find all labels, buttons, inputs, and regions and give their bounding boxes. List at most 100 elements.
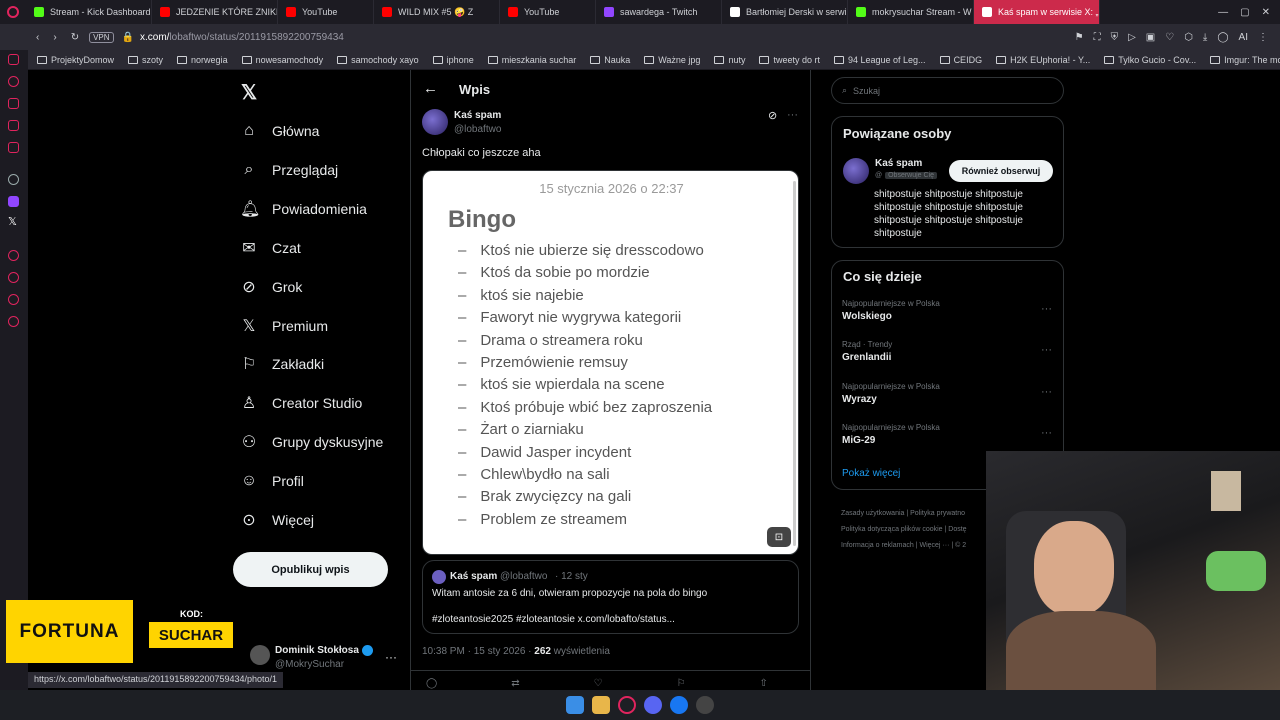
reload-icon[interactable]: ↻: [71, 32, 79, 43]
trend-more-icon[interactable]: ···: [1041, 427, 1052, 439]
related-name[interactable]: Kaś spam: [875, 158, 922, 169]
bookmark-item[interactable]: 94 League of Leg...: [827, 55, 933, 65]
author-handle[interactable]: @lobaftwo: [454, 124, 501, 135]
back-icon[interactable]: ‹: [36, 32, 39, 43]
nav-item[interactable]: ⚇ Grupy dyskusyjne: [240, 430, 383, 454]
timer-rail-icon[interactable]: [8, 272, 19, 283]
url-field[interactable]: x.com/lobaftwo/status/201191589220075943…: [140, 32, 344, 43]
bookmark-item[interactable]: ProjektyDomow: [30, 55, 121, 65]
clock-rail-icon[interactable]: [8, 250, 19, 261]
trend-more-icon[interactable]: ···: [1041, 386, 1052, 398]
browser-tab[interactable]: JEDZENIE KTÓRE ZNIKNĘ: [152, 0, 278, 24]
history-icon[interactable]: [8, 76, 19, 87]
bookmark-item[interactable]: Tylko Gucio - Cov...: [1097, 55, 1203, 65]
trend-item[interactable]: Najpopularniejsze w Polska Wolskiego ···: [842, 299, 1052, 322]
nav-item[interactable]: ✉ Czat: [240, 236, 301, 260]
bookmark-item[interactable]: nuty: [707, 55, 752, 65]
bookmark-item[interactable]: Imgur: The most a...: [1203, 55, 1280, 65]
openai-icon[interactable]: [8, 174, 19, 185]
footer-cookies[interactable]: Polityka dotycząca plików cookie: [841, 526, 943, 533]
bookmark-item[interactable]: tweety do rt: [752, 55, 827, 65]
alt-text-icon[interactable]: ⊡: [767, 527, 791, 547]
browser-tab[interactable]: YouTube: [500, 0, 596, 24]
bookmark-item[interactable]: norwegia: [170, 55, 235, 65]
footer-accessibility[interactable]: Dostę: [948, 526, 966, 533]
obs-icon[interactable]: [696, 696, 714, 714]
facebook-icon[interactable]: [670, 696, 688, 714]
share-icon[interactable]: ⇧: [760, 678, 768, 689]
close-window-icon[interactable]: ✕: [1262, 7, 1270, 18]
related-avatar[interactable]: [843, 158, 869, 184]
search-input[interactable]: ⌕ Szukaj: [831, 77, 1064, 104]
browser-tab[interactable]: Stream - Kick Dashboard: [26, 0, 152, 24]
reply-icon[interactable]: ◯: [426, 678, 437, 689]
nav-item[interactable]: ⊘ Grok: [240, 275, 302, 299]
trend-more-icon[interactable]: ···: [1041, 344, 1052, 356]
discord-icon[interactable]: [644, 696, 662, 714]
trend-item[interactable]: Najpopularniejsze w Polska Wyrazy ···: [842, 382, 1052, 405]
like-icon[interactable]: ♡: [594, 678, 603, 689]
back-arrow-icon[interactable]: ←: [423, 80, 438, 97]
screenshot-icon[interactable]: ⛶: [1094, 32, 1101, 43]
post-button[interactable]: Opublikuj wpis: [233, 552, 388, 587]
nav-item[interactable]: 𝕏 Premium: [240, 314, 328, 338]
post-more-icon[interactable]: ···: [787, 109, 798, 121]
ai-button[interactable]: AI: [1239, 32, 1248, 43]
maximize-icon[interactable]: ▢: [1240, 7, 1249, 18]
messenger-icon[interactable]: [8, 54, 19, 65]
nav-item[interactable]: 🔔︎ Powiadomienia: [240, 197, 367, 221]
nav-item[interactable]: ⚐ Zakładki: [240, 352, 324, 376]
nav-item[interactable]: ⌕ Przeglądaj: [240, 158, 339, 182]
footer-terms[interactable]: Zasady użytkowania: [841, 510, 904, 517]
x-logo-icon[interactable]: 𝕏: [241, 80, 257, 105]
wallet-icon[interactable]: ▣: [1146, 32, 1155, 43]
bookmark-item[interactable]: samochody xayo: [330, 55, 426, 65]
author-avatar[interactable]: [422, 109, 448, 135]
file-explorer-icon[interactable]: [592, 696, 610, 714]
forward-icon[interactable]: ›: [53, 32, 56, 43]
notes-rail-icon[interactable]: [8, 120, 19, 131]
minimize-icon[interactable]: —: [1218, 7, 1228, 18]
extensions-icon[interactable]: ⬡: [1184, 32, 1193, 43]
vpn-badge[interactable]: VPN: [89, 31, 114, 43]
download-icon[interactable]: ⤓: [1203, 32, 1207, 43]
wallet-rail-icon[interactable]: [8, 98, 19, 109]
share-rail-icon[interactable]: [8, 294, 19, 305]
footer-ads[interactable]: Informacja o reklamach: [841, 542, 914, 549]
user-icon[interactable]: ◯: [1217, 32, 1228, 43]
show-more-link[interactable]: Pokaż więcej: [842, 468, 900, 479]
shield-icon[interactable]: ⛨: [1111, 32, 1119, 43]
follow-back-button[interactable]: Również obserwuj: [949, 160, 1053, 182]
account-name[interactable]: Dominik Stokłosa: [275, 645, 359, 656]
repost-icon[interactable]: ⇄: [511, 678, 519, 689]
play-icon[interactable]: ▷: [1128, 32, 1136, 43]
nav-item[interactable]: ⊙ Więcej: [240, 508, 314, 532]
bookmark-action-icon[interactable]: ⚐: [677, 678, 686, 689]
account-more-icon[interactable]: ···: [385, 650, 397, 664]
bookmark-item[interactable]: H2K EUphoria! - Y...: [989, 55, 1097, 65]
settings-rail-icon[interactable]: [8, 316, 19, 327]
bookmark-item[interactable]: nowesamochody: [235, 55, 331, 65]
bookmark-item[interactable]: szoty: [121, 55, 170, 65]
bookmark-item[interactable]: Ważne jpg: [637, 55, 707, 65]
x-rail-icon[interactable]: 𝕏: [8, 215, 17, 228]
author-name[interactable]: Kaś spam: [454, 110, 501, 121]
mail-rail-icon[interactable]: [8, 142, 19, 153]
bookmark-item[interactable]: Nauka: [583, 55, 637, 65]
browser-tab[interactable]: sawardega - Twitch: [596, 0, 722, 24]
quoted-post[interactable]: Kaś spam @lobaftwo · 12 sty Witam antosi…: [422, 560, 799, 634]
browser-tab[interactable]: Kaś spam w serwisie X: „C: [974, 0, 1100, 24]
start-icon[interactable]: [566, 696, 584, 714]
nav-item[interactable]: ☺ Profil: [240, 469, 304, 493]
bookmark-item[interactable]: mieszkania suchar: [481, 55, 584, 65]
nav-item[interactable]: ⌂ Główna: [240, 119, 319, 143]
browser-tab[interactable]: mokrysuchar Stream - W: [848, 0, 974, 24]
browser-tab[interactable]: Bartłomiej Derski w serwi: [722, 0, 848, 24]
browser-logo-icon[interactable]: [0, 0, 26, 24]
heart-icon[interactable]: ♡: [1165, 32, 1174, 43]
footer-privacy[interactable]: Polityka prywatno: [910, 510, 965, 517]
bookmark-item[interactable]: iphone: [426, 55, 481, 65]
twitch-icon[interactable]: [8, 196, 19, 207]
trend-item[interactable]: Najpopularniejsze w Polska MiG-29 ···: [842, 423, 1052, 446]
bookmark-item[interactable]: CEIDG: [933, 55, 990, 65]
